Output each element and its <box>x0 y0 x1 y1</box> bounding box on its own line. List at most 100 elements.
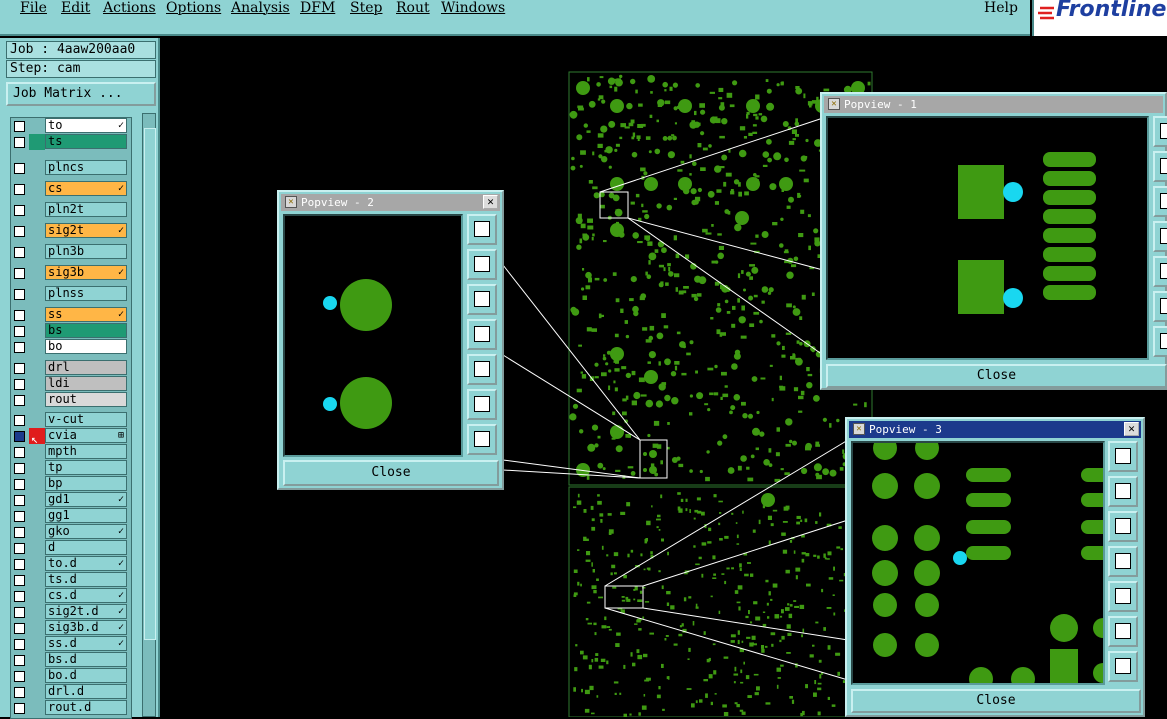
layer-row[interactable]: ldi <box>11 376 131 392</box>
layer-name[interactable]: pln3b <box>45 244 127 259</box>
layer-row[interactable]: cs.d ✓ <box>11 588 131 604</box>
layer-checkbox[interactable] <box>14 623 25 634</box>
layer-checkbox[interactable] <box>14 607 25 618</box>
pan-up-icon[interactable] <box>1153 151 1167 182</box>
zoom-in-icon[interactable] <box>467 389 497 420</box>
layer-checkbox[interactable] <box>14 184 25 195</box>
zoom-in-icon[interactable] <box>1108 616 1138 647</box>
menu-actions[interactable]: Actions <box>103 0 156 16</box>
layer-name[interactable]: ss.d ✓ <box>45 636 127 651</box>
zoom-out-icon[interactable] <box>1108 651 1138 682</box>
popview-3-window[interactable]: ✕ Popview - 3 ✕ Close <box>845 417 1145 717</box>
layer-row[interactable]: pln3b <box>11 244 131 260</box>
layer-row[interactable]: plnss <box>11 286 131 302</box>
menu-step[interactable]: Step <box>350 0 382 16</box>
layer-name[interactable]: drl <box>45 360 127 375</box>
layer-checkbox[interactable] <box>14 463 25 474</box>
layer-name[interactable]: pln2t <box>45 202 127 217</box>
layer-name[interactable]: ss ✓ <box>45 307 127 322</box>
layer-checkbox[interactable] <box>14 310 25 321</box>
layer-name[interactable]: drl.d <box>45 684 127 699</box>
menu-help[interactable]: Help <box>984 0 1018 16</box>
layer-row[interactable]: ts.d <box>11 572 131 588</box>
pan-right-icon[interactable] <box>1108 581 1138 612</box>
layer-row[interactable]: ss.d ✓ <box>11 636 131 652</box>
layer-name[interactable]: gd1 ✓ <box>45 492 127 507</box>
layer-checkbox[interactable] <box>14 639 25 650</box>
layer-checkbox[interactable] <box>14 163 25 174</box>
pan-right-icon[interactable] <box>467 354 497 385</box>
layer-checkbox[interactable] <box>14 247 25 258</box>
popview-2-close-button[interactable]: Close <box>283 460 499 486</box>
zoom-in-icon[interactable] <box>1153 291 1167 322</box>
layer-name[interactable]: cs.d ✓ <box>45 588 127 603</box>
layer-name[interactable]: cvia ⊞ <box>45 428 127 443</box>
layer-checkbox[interactable] <box>14 671 25 682</box>
layer-checkbox[interactable] <box>14 655 25 666</box>
zoom-out-icon[interactable] <box>1153 326 1167 357</box>
popview-1-titlebar[interactable]: ✕ Popview - 1 <box>824 96 1163 113</box>
layer-checkbox[interactable] <box>14 268 25 279</box>
scrollbar-thumb[interactable] <box>144 128 156 640</box>
window-menu-icon[interactable]: ✕ <box>853 423 865 435</box>
layer-name[interactable]: d <box>45 540 127 555</box>
zoom-home-icon[interactable] <box>1108 441 1138 472</box>
layer-checkbox[interactable] <box>14 205 25 216</box>
layer-row[interactable]: v-cut <box>11 412 131 428</box>
layer-name[interactable]: cs ✓ <box>45 181 127 196</box>
layer-checkbox[interactable] <box>14 226 25 237</box>
popview-3-close-icon[interactable]: ✕ <box>1124 422 1139 436</box>
layer-row[interactable]: gg1 <box>11 508 131 524</box>
layer-row[interactable]: bo <box>11 339 131 355</box>
layer-name[interactable]: sig2t.d ✓ <box>45 604 127 619</box>
layer-row[interactable]: drl <box>11 360 131 376</box>
layer-row[interactable]: pln2t <box>11 202 131 218</box>
layer-checkbox[interactable] <box>14 121 25 132</box>
layer-row[interactable]: to.d ✓ <box>11 556 131 572</box>
zoom-home-icon[interactable] <box>1153 116 1167 147</box>
popview-3-close-button[interactable]: Close <box>851 689 1141 713</box>
layer-row[interactable]: drl.d <box>11 684 131 700</box>
menu-rout[interactable]: Rout <box>396 0 430 16</box>
layer-name[interactable]: sig3b ✓ <box>45 265 127 280</box>
layer-row[interactable]: ss ✓ <box>11 307 131 323</box>
layer-name[interactable]: plnss <box>45 286 127 301</box>
zoom-out-icon[interactable] <box>467 424 497 455</box>
layer-checkbox[interactable] <box>14 379 25 390</box>
layer-name[interactable]: rout <box>45 392 127 407</box>
layer-row[interactable]: tp <box>11 460 131 476</box>
layer-name[interactable]: bo <box>45 339 127 354</box>
popview-2-window[interactable]: ✕ Popview - 2 ✕ Close <box>277 190 504 490</box>
layer-row[interactable]: gko ✓ <box>11 524 131 540</box>
layer-row[interactable]: sig3b ✓ <box>11 265 131 281</box>
layer-row[interactable]: rout <box>11 392 131 408</box>
layer-checkbox[interactable] <box>14 289 25 300</box>
layer-row[interactable]: bp <box>11 476 131 492</box>
window-menu-icon[interactable]: ✕ <box>285 196 297 208</box>
layer-name[interactable]: gko ✓ <box>45 524 127 539</box>
pan-up-icon[interactable] <box>1108 476 1138 507</box>
pan-up-icon[interactable] <box>467 249 497 280</box>
layer-name[interactable]: ts.d <box>45 572 127 587</box>
layer-checkbox[interactable] <box>14 559 25 570</box>
layer-checkbox[interactable] <box>14 527 25 538</box>
menu-file[interactable]: File <box>20 0 47 16</box>
layer-row[interactable]: bs <box>11 323 131 339</box>
menu-windows[interactable]: Windows <box>441 0 505 16</box>
layer-checkbox[interactable] <box>14 326 25 337</box>
layer-name[interactable]: sig2t ✓ <box>45 223 127 238</box>
layer-name[interactable]: v-cut <box>45 412 127 427</box>
layer-name[interactable]: tp <box>45 460 127 475</box>
layer-checkbox[interactable] <box>14 415 25 426</box>
layer-checkbox[interactable] <box>14 342 25 353</box>
layer-name[interactable]: to ✓ <box>45 118 127 133</box>
menu-dfm[interactable]: DFM <box>300 0 335 16</box>
menu-options[interactable]: Options <box>166 0 221 16</box>
layer-row[interactable]: cs ✓ <box>11 181 131 197</box>
layer-name[interactable]: mpth <box>45 444 127 459</box>
popview-2-close-icon[interactable]: ✕ <box>483 195 498 209</box>
popview-1-window[interactable]: ✕ Popview - 1 Close <box>820 92 1167 390</box>
layer-name[interactable]: sig3b.d ✓ <box>45 620 127 635</box>
layer-name[interactable]: gg1 <box>45 508 127 523</box>
window-menu-icon[interactable]: ✕ <box>828 98 840 110</box>
